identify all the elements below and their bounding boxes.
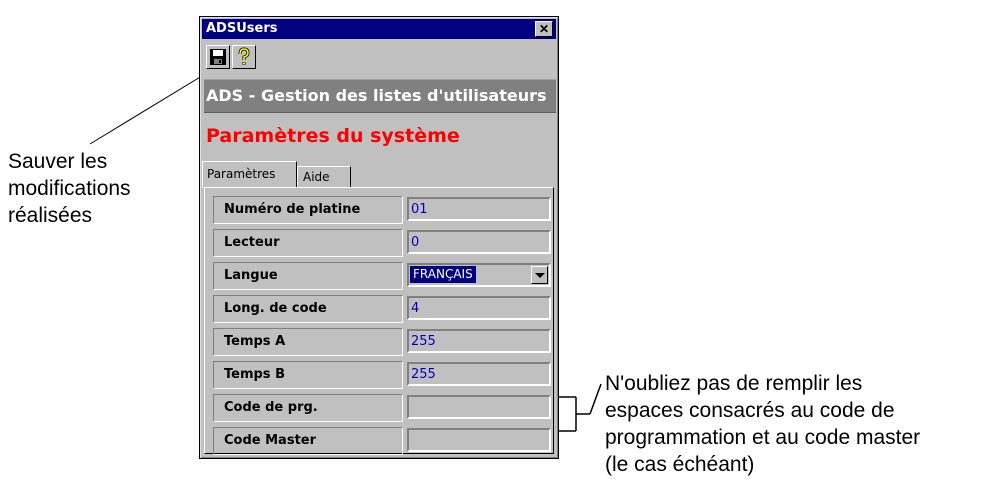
field-label: Temps B [213,361,403,389]
codes-reminder-annotation: N'oubliez pas de remplir les espaces con… [605,370,920,478]
field-label: Long. de code [213,295,403,323]
save-annotation: Sauver les modifications réalisées [8,148,131,229]
field-row-long-code: Long. de code [213,295,551,325]
numero-platine-field[interactable] [407,197,551,221]
field-row-langue: Langue FRANÇAIS [213,262,551,292]
field-row-code-prg: Code de prg. [213,394,551,424]
annotation-line: Sauver les [8,150,108,173]
temps-a-field[interactable] [407,329,551,353]
code-master-input[interactable] [409,430,549,450]
app-header: ADS - Gestion des listes d'utilisateurs [204,79,556,113]
window-title: ADSUsers [206,21,278,36]
annotation-line: N'oubliez pas de remplir les [605,372,863,395]
close-button[interactable]: ✕ [535,21,553,37]
field-label: Code de prg. [213,394,403,422]
lecteur-input[interactable] [409,232,549,252]
field-row-temps-b: Temps B [213,361,551,391]
field-label: Code Master [213,427,403,455]
tab-parametres[interactable]: Paramètres [202,161,297,188]
long-code-input[interactable] [409,298,549,318]
lecteur-field[interactable] [407,230,551,254]
numero-platine-input[interactable] [409,199,549,219]
langue-select[interactable]: FRANÇAIS [407,263,551,287]
chevron-down-icon [535,273,545,278]
tab-aide[interactable]: Aide [297,166,351,187]
tab-label: Paramètres [207,167,276,181]
section-title: Paramètres du système [206,125,460,147]
code-prg-field[interactable] [407,395,551,419]
annotation-line: réalisées [8,204,93,227]
annotation-line: programmation et au code master [605,426,921,449]
field-label: Lecteur [213,229,403,257]
tab-label: Aide [303,170,330,184]
temps-b-field[interactable] [407,362,551,386]
title-bar[interactable]: ADSUsers ✕ [202,19,556,39]
field-label: Temps A [213,328,403,356]
adsusers-window: ADSUsers ✕ ADS - Gestion des listes d'ut… [199,16,559,459]
parameters-panel: Numéro de platine Lecteur Langue FRANÇAI… [204,187,554,457]
annotation-line: modifications [8,177,131,200]
field-label: Numéro de platine [213,196,403,224]
field-row-numero-platine: Numéro de platine [213,196,551,226]
code-master-field[interactable] [407,428,551,452]
help-button[interactable] [232,45,256,69]
long-code-field[interactable] [407,296,551,320]
temps-b-input[interactable] [409,364,549,384]
field-row-code-master: Code Master [213,427,551,457]
save-annotation-leader [89,67,216,145]
field-row-temps-a: Temps A [213,328,551,358]
annotation-line: (le cas échéant) [605,453,755,476]
annotation-line: espaces consacrés au code de [605,399,895,422]
save-button[interactable] [206,45,230,69]
langue-selected-value: FRANÇAIS [410,266,476,283]
field-label: Langue [213,262,403,290]
code-prg-input[interactable] [409,397,549,417]
langue-dropdown-button[interactable] [531,266,548,284]
help-question-icon [238,47,250,65]
temps-a-input[interactable] [409,331,549,351]
field-row-lecteur: Lecteur [213,229,551,259]
close-icon: ✕ [538,22,550,36]
floppy-disk-icon [210,49,226,65]
